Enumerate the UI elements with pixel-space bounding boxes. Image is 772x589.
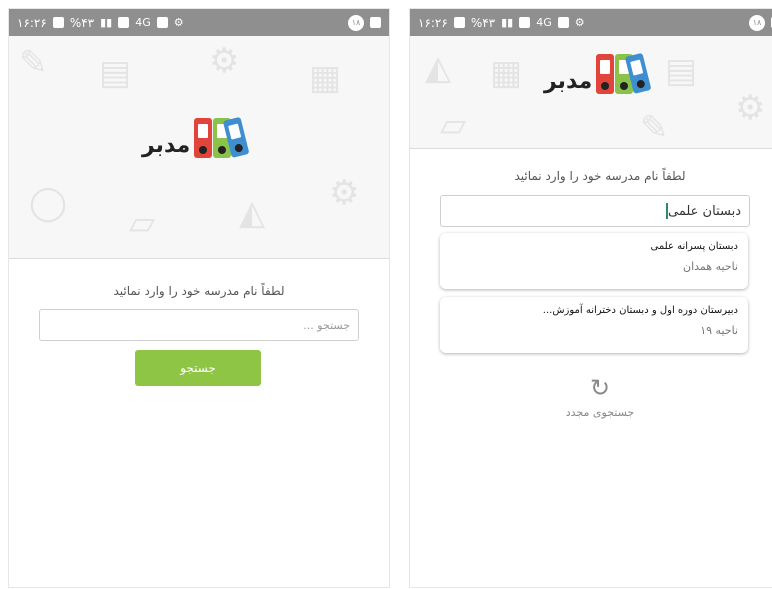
logo-text: مدبر (544, 69, 593, 94)
gallery-icon (370, 17, 381, 28)
notification-badge: ۱۸ (749, 14, 765, 31)
gear-icon: ⚙ (574, 16, 585, 29)
status-time: ۱۶:۲۶ (17, 15, 47, 30)
result-title: دبستان پسرانه علمی (650, 241, 738, 252)
result-subtitle: ناحیه همدان (683, 260, 738, 273)
search-button[interactable]: جستجو (135, 350, 261, 386)
book-doodle-icon: ▦ (309, 58, 342, 98)
ruler-doodle-icon: ▱ (129, 203, 156, 243)
app-logo: مدبر (544, 48, 656, 94)
header-pattern: ✎ ▤ ⚙ ▦ ◯ ▱ ◭ ⚙ مدبر (9, 36, 389, 259)
notification-badge: ۱۸ (348, 14, 364, 31)
app-logo: مدبر (142, 112, 254, 158)
cap-doodle-icon: ◭ (239, 193, 266, 233)
network-type: 4G (536, 16, 552, 29)
status-time: ۱۶:۲۶ (418, 15, 448, 30)
school-prompt: لطفاً نام مدرسه خود را وارد نمائید (113, 284, 285, 298)
retry-label[interactable]: جستجوی مجدد (410, 406, 772, 419)
status-bar: ۱۶:۲۶ %۴۳ ▮▮ 4G ⚙ ۱۸ (410, 9, 772, 36)
network-type: 4G (135, 16, 151, 29)
signal-icon: ▮▮ (100, 16, 113, 29)
battery-level: %۴۳ (470, 15, 496, 30)
refresh-icon[interactable]: ↻ (410, 376, 772, 400)
gear-doodle-icon: ⚙ (209, 41, 240, 81)
results-screen: ۱۶:۲۶ %۴۳ ▮▮ 4G ⚙ ۱۸ ◭ ▦ ▤ ⚙ ▱ ✎ مدبر لط… (409, 8, 772, 588)
image-icon (118, 17, 130, 28)
search-screen: ۱۶:۲۶ %۴۳ ▮▮ 4G ⚙ ۱۸ ✎ ▤ ⚙ ▦ ◯ ▱ ◭ ⚙ مدب… (8, 8, 390, 588)
result-title: دبیرستان دوره اول و دبستان دخترانه آموزش… (542, 305, 738, 316)
text-cursor (666, 203, 669, 219)
image-icon (519, 17, 531, 28)
app-icon (156, 17, 168, 28)
compass-doodle-icon: ◯ (29, 183, 68, 223)
battery-level: %۴۳ (69, 15, 95, 30)
document-doodle-icon: ▤ (99, 53, 132, 93)
cap-doodle-icon: ◭ (425, 48, 452, 88)
result-item[interactable]: دبستان پسرانه علمی ناحیه همدان (440, 233, 748, 289)
result-item[interactable]: دبیرستان دوره اول و دبستان دخترانه آموزش… (440, 297, 748, 353)
book-doodle-icon: ▦ (490, 53, 523, 93)
pencil-doodle-icon: ✎ (640, 108, 669, 148)
pencil-doodle-icon: ✎ (19, 43, 48, 83)
notification-icon (453, 17, 465, 28)
notification-icon (52, 17, 64, 28)
search-input[interactable]: جستجو ... (39, 309, 359, 341)
binders-icon (594, 48, 656, 94)
ruler-doodle-icon: ▱ (440, 105, 467, 145)
logo-text: مدبر (142, 133, 191, 158)
binders-icon (192, 112, 254, 158)
app-icon (557, 17, 569, 28)
gear-icon: ⚙ (173, 16, 184, 29)
document-doodle-icon: ▤ (665, 51, 698, 91)
status-bar: ۱۶:۲۶ %۴۳ ▮▮ 4G ⚙ ۱۸ (9, 9, 389, 36)
search-input[interactable]: دبستان علمی (440, 195, 750, 227)
retry-search[interactable]: ↻ جستجوی مجدد (410, 376, 772, 419)
search-input-value: دبستان علمی (668, 203, 741, 219)
gear-doodle-icon: ⚙ (735, 88, 766, 128)
header-pattern: ◭ ▦ ▤ ⚙ ▱ ✎ مدبر (410, 36, 772, 149)
school-prompt: لطفاً نام مدرسه خود را وارد نمائید (514, 169, 686, 183)
signal-icon: ▮▮ (501, 16, 514, 29)
result-subtitle: ناحیه ۱۹ (700, 324, 738, 337)
gear-doodle-icon-2: ⚙ (329, 173, 360, 213)
